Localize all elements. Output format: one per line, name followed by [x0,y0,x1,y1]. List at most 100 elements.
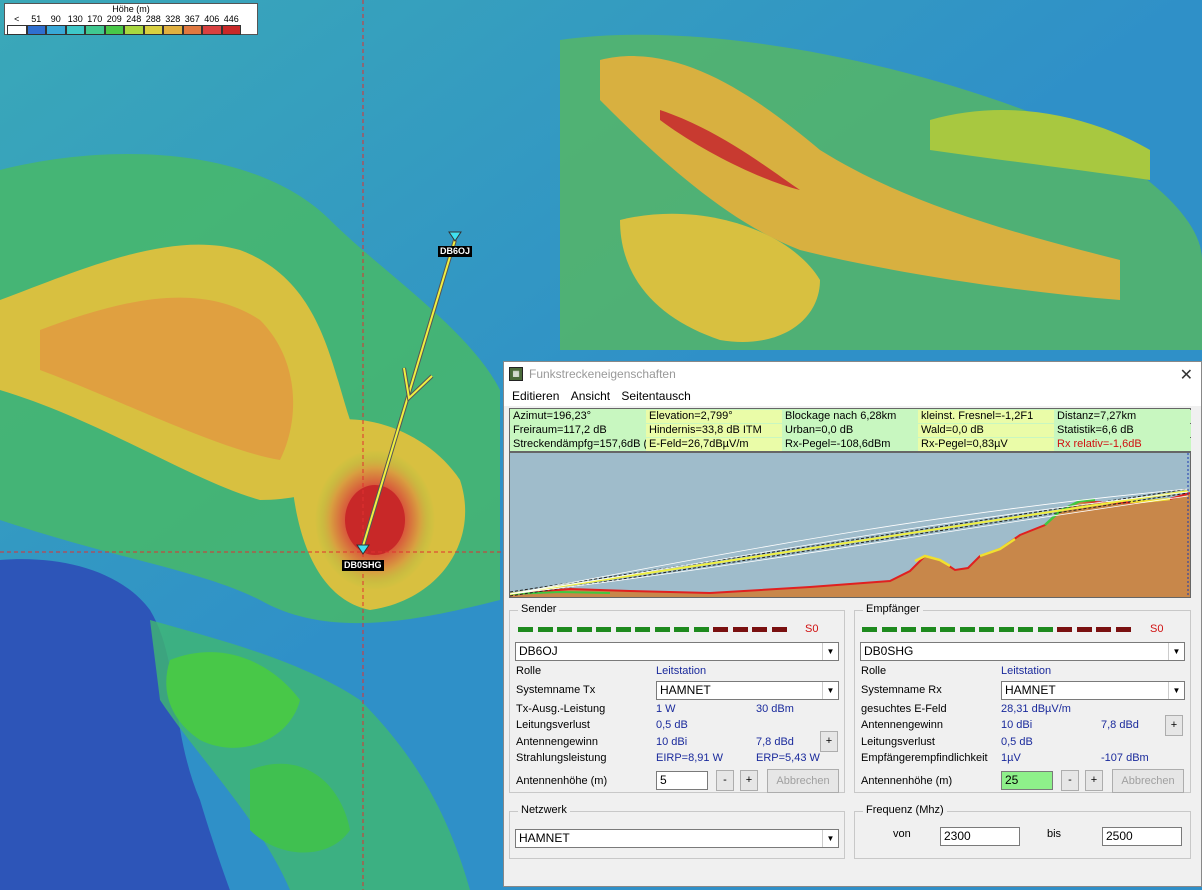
sender-height-label: Antennenhöhe (m) [516,775,608,787]
sender-loss-value[interactable]: 0,5 dB [656,719,688,731]
stat-row1-4: Distanz=7,27km [1054,410,1191,423]
menu-editieren[interactable]: Editieren [512,389,559,403]
chevron-down-icon: ▼ [1168,643,1184,660]
sender-erp: ERP=5,43 W [756,752,820,764]
sender-eirp: EIRP=8,91 W [656,752,723,764]
legend-title: Höhe (m) [112,4,150,14]
meter-segment [1076,627,1092,632]
close-icon[interactable]: ✕ [1180,365,1193,385]
legend-value: 406 [204,14,220,24]
receiver-system-select[interactable]: HAMNET ▼ [1001,681,1185,700]
menu-bar: Editieren Ansicht Seitentausch [504,386,1201,406]
window-title: Funkstreckeneigenschaften [529,367,676,381]
meter-segment [862,627,877,632]
frequency-from-label: von [893,828,911,840]
terrain-profile[interactable] [509,452,1191,598]
sender-rad-label: Strahlungsleistung [516,752,607,764]
receiver-station-select[interactable]: DB0SHG ▼ [860,642,1185,661]
stat-row1-1: Elevation=2,799° [646,410,782,423]
sender-rolle-value: Leitstation [656,665,707,677]
meter-segment [654,627,670,632]
meter-segment [1037,627,1053,632]
legend-swatch [143,25,163,35]
meter-segment [998,627,1014,632]
sender-power-dbm[interactable]: 30 dBm [756,703,794,715]
meter-segment [1018,627,1033,632]
receiver-efield-label: gesuchtes E-Feld [861,703,947,715]
receiver-legend: Empfänger [863,603,923,615]
sender-group: Sender [509,603,845,793]
sender-gain-plus-button[interactable]: + [820,731,838,752]
meter-segment [576,627,592,632]
stat-row2-3: Wald=0,0 dB [918,424,1054,437]
receiver-rolle-value: Leitstation [1001,665,1052,677]
stat-row3-4: Rx relativ=-1,6dB [1054,438,1191,451]
receiver-height-input[interactable]: 25 [1001,771,1053,790]
receiver-height-minus-button[interactable]: - [1061,770,1079,791]
sender-station-select[interactable]: DB6OJ ▼ [515,642,839,661]
receiver-loss-value[interactable]: 0,5 dB [1001,736,1033,748]
stat-row2-4: Statistik=6,6 dB [1054,424,1191,437]
station-label-rx[interactable]: DB0SHG [342,560,384,571]
sender-loss-label: Leitungsverlust [516,719,590,731]
link-statistics: Azimut=196,23° Elevation=2,799° Blockage n… [509,408,1191,452]
legend-value: 90 [50,14,61,24]
stat-row2-2: Urban=0,0 dB [782,424,918,437]
sender-gain-dbd[interactable]: 7,8 dBd [756,736,794,748]
receiver-cancel-button[interactable]: Abbrechen [1112,769,1184,793]
receiver-efield-value: 28,31 dBµV/m [1001,703,1071,715]
sender-system-select[interactable]: HAMNET ▼ [656,681,839,700]
meter-segment [959,627,975,632]
meter-segment [920,627,936,632]
stat-row1-2: Blockage nach 6,28km [782,410,918,423]
meter-segment [901,627,916,632]
sender-cancel-button[interactable]: Abbrechen [767,769,839,793]
meter-segment [518,627,533,632]
sender-gain-label: Antennengewinn [516,736,598,748]
station-label-tx[interactable]: DB6OJ [438,246,473,257]
sender-power-w[interactable]: 1 W [656,703,676,715]
meter-segment [537,627,553,632]
receiver-sens-dbm[interactable]: -107 dBm [1101,752,1149,764]
receiver-system-value: HAMNET [1005,683,1056,697]
sender-height-input[interactable]: 5 [656,771,708,790]
elevation-legend: Höhe (m) <51 90 130 170 209 248 288 328 367 406 44… [4,3,258,35]
sender-station-value: DB6OJ [519,644,558,658]
legend-value: 170 [87,14,103,24]
meter-segment [1096,627,1111,632]
title-bar[interactable]: ▦ Funkstreckeneigenschaften ✕ [504,362,1201,386]
frequency-to-label: bis [1047,828,1062,840]
network-select[interactable]: HAMNET ▼ [515,829,839,848]
sender-gain-dbi[interactable]: 10 dBi [656,736,687,748]
stat-row3-2: Rx-Pegel=-108,6dBm [782,438,918,451]
menu-seitentausch[interactable]: Seitentausch [621,389,690,403]
receiver-gain-plus-button[interactable]: + [1165,715,1183,736]
receiver-gain-dbd[interactable]: 7,8 dBd [1101,719,1139,731]
receiver-signal-meter [862,627,1135,633]
legend-swatch [124,25,144,35]
meter-segment [1057,627,1072,632]
legend-swatch [7,25,27,35]
legend-value: 328 [165,14,181,24]
legend-swatches [7,25,241,35]
receiver-sens-uv[interactable]: 1µV [1001,752,1021,764]
receiver-height-label: Antennenhöhe (m) [861,775,953,787]
stat-row3-0: Streckendämpfg=157,6dB (3 [510,438,646,451]
sender-height-minus-button[interactable]: - [716,770,734,791]
legend-swatch [65,25,85,35]
frequency-to-input[interactable]: 2500 [1102,827,1182,846]
meter-segment [615,627,631,632]
legend-values: <51 90 130 170 209 248 288 328 367 406 446 [7,14,241,24]
sender-rolle-label: Rolle [516,665,542,677]
receiver-height-plus-button[interactable]: + [1085,770,1103,791]
legend-swatch [163,25,183,35]
menu-ansicht[interactable]: Ansicht [571,389,610,403]
meter-segment [940,627,955,632]
frequency-from-input[interactable]: 2300 [940,827,1020,846]
receiver-gain-dbi[interactable]: 10 dBi [1001,719,1032,731]
chevron-down-icon: ▼ [822,643,838,660]
sender-height-plus-button[interactable]: + [740,770,758,791]
meter-segment [596,627,611,632]
frequency-legend: Frequenz (Mhz) [863,804,947,816]
legend-swatch [85,25,105,35]
